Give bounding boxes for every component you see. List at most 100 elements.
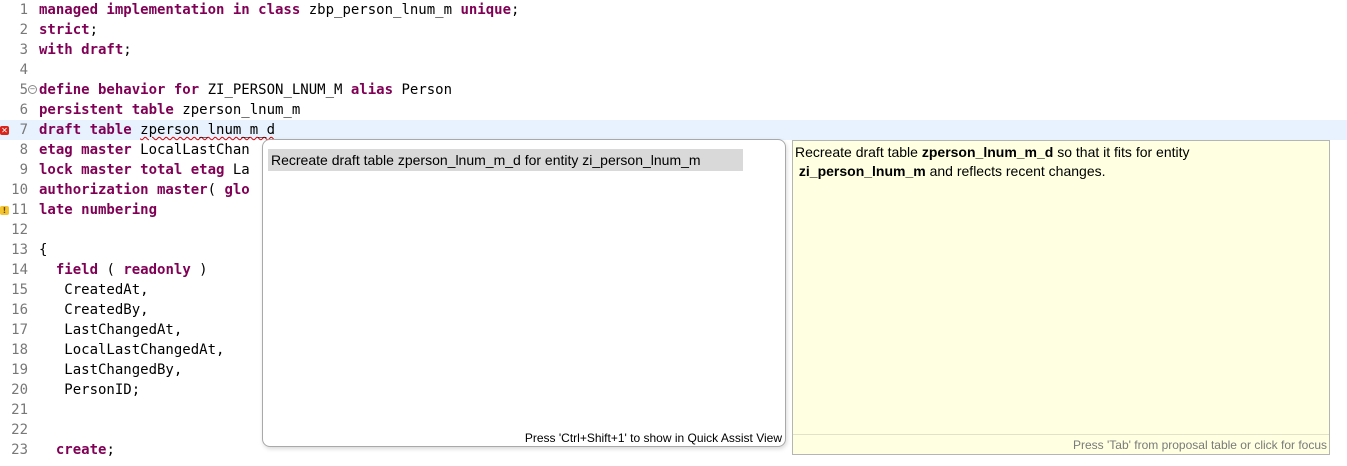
text-token: { (39, 242, 48, 258)
quick-fix-proposal[interactable]: Recreate draft table zperson_lnum_m_d fo… (268, 149, 743, 171)
code-line[interactable]: 7 ✕ draft table zperson_lnum_m_d (0, 120, 1347, 140)
keyword-token: alias (350, 82, 394, 98)
text-token: zperson_lnum_m (173, 102, 301, 118)
code-text: PersonID; (39, 380, 140, 400)
code-text: define behavior for ZI_PERSON_LNUM_M ali… (39, 80, 452, 100)
text-token: ; (89, 22, 99, 38)
line-number: 13 (11, 242, 28, 258)
code-line[interactable]: 3 with draft; (0, 40, 1347, 60)
line-number: 10 (11, 182, 28, 198)
code-text: LastChangedAt, (39, 320, 182, 340)
keyword-token: managed implementation in class (39, 2, 301, 18)
code-text: LocalLastChangedAt, (39, 340, 224, 360)
text-token: LocalLastChan (131, 142, 250, 158)
line-number: 17 (11, 322, 28, 338)
line-number: 14 (11, 262, 28, 278)
keyword-token: persistent table (39, 102, 174, 118)
code-text: strict; (39, 20, 98, 40)
code-text: etag master LocalLastChan (39, 140, 250, 160)
error-marker-icon[interactable]: ✕ (0, 126, 9, 135)
line-number: 5 (19, 82, 28, 98)
fold-toggle-icon[interactable]: − (28, 85, 37, 94)
code-text: authorization master( glo (39, 180, 250, 200)
line-number: 8 (19, 142, 28, 158)
keyword-token: with draft (39, 42, 124, 58)
line-number: 1 (19, 2, 28, 18)
line-number: 20 (11, 382, 28, 398)
text-token: CreatedAt, (39, 282, 149, 298)
code-text: managed implementation in class zbp_pers… (39, 0, 519, 20)
description-text: so that it fits for entity (1053, 144, 1190, 160)
quick-assist-hint: Press 'Ctrl+Shift+1' to show in Quick As… (524, 431, 782, 445)
keyword-token: etag master (39, 142, 132, 158)
code-text: with draft; (39, 40, 132, 60)
text-token: Person (393, 82, 453, 98)
code-text: LastChangedBy, (39, 360, 182, 380)
keyword-token: create (55, 442, 107, 458)
code-text: { (39, 240, 47, 260)
line-number: 3 (19, 42, 28, 58)
info-footer-divider (793, 434, 1329, 435)
text-token: LastChangedBy, (39, 362, 183, 378)
line-number: 23 (11, 442, 28, 458)
text-token: ) (190, 262, 208, 278)
text-token: ( (98, 262, 124, 278)
focus-hint: Press 'Tab' from proposal table or click… (1072, 438, 1327, 452)
code-line[interactable]: 5− define behavior for ZI_PERSON_LNUM_M a… (0, 80, 1347, 100)
error-token: zperson_lnum_m_d (140, 122, 276, 138)
code-line[interactable]: 6 persistent table zperson_lnum_m (0, 100, 1347, 120)
proposal-info-popup[interactable]: Recreate draft table zperson_lnum_m_d so… (792, 140, 1330, 455)
description-text: and reflects recent changes. (925, 163, 1106, 179)
keyword-token: glo (224, 182, 250, 198)
text-token: PersonID; (39, 382, 141, 398)
text-token: zbp_person_lnum_m (300, 2, 461, 18)
code-text: CreatedBy, (39, 300, 149, 320)
code-line[interactable]: 4 (0, 60, 1347, 80)
text-token: ; (511, 2, 520, 18)
line-number: 18 (11, 342, 28, 358)
description-text: Recreate draft table (795, 144, 922, 160)
line-number: 12 (11, 222, 28, 238)
code-line[interactable]: 2 strict; (0, 20, 1347, 40)
warning-marker-icon[interactable]: ! (0, 206, 9, 215)
line-number: 15 (11, 282, 28, 298)
description-table-name: zperson_lnum_m_d (921, 144, 1054, 160)
line-number: 22 (11, 422, 28, 438)
line-number: 6 (19, 102, 28, 118)
keyword-token: lock master total etag (39, 162, 225, 178)
code-text: CreatedAt, (39, 280, 149, 300)
code-line[interactable]: 1 managed implementation in class zbp_per… (0, 0, 1347, 20)
keyword-token: define behavior for (39, 82, 200, 98)
keyword-token: authorization master (39, 182, 208, 198)
keyword-token: draft table (39, 122, 132, 138)
keyword-token: readonly (123, 262, 191, 278)
text-token: ZI_PERSON_LNUM_M (199, 82, 351, 98)
quick-fix-popup: Recreate draft table zperson_lnum_m_d fo… (262, 139, 786, 447)
line-number: 16 (11, 302, 28, 318)
keyword-token: unique (460, 2, 512, 18)
code-text: draft table zperson_lnum_m_d (39, 120, 275, 140)
keyword-token: field (55, 262, 99, 278)
text-token: ; (106, 442, 115, 458)
text-token: ( (207, 182, 225, 198)
text-token: CreatedBy, (39, 302, 149, 318)
line-number: 9 (19, 162, 28, 178)
text-token: La (224, 162, 250, 178)
text-token: LastChangedAt, (39, 322, 183, 338)
keyword-token: strict (39, 22, 90, 38)
line-number: 21 (11, 402, 28, 418)
line-number: 19 (11, 362, 28, 378)
code-text: lock master total etag La (39, 160, 250, 180)
code-text: late numbering (39, 200, 157, 220)
code-text: field ( readonly ) (39, 260, 208, 280)
description-entity-name: zi_person_lnum_m (798, 163, 926, 179)
line-number: 4 (19, 62, 28, 78)
code-text: persistent table zperson_lnum_m (39, 100, 300, 120)
keyword-token: late numbering (39, 202, 158, 218)
text-token: ; (123, 42, 132, 58)
text-token: LocalLastChangedAt, (39, 342, 225, 358)
proposal-description: Recreate draft table zperson_lnum_m_d so… (795, 143, 1315, 181)
